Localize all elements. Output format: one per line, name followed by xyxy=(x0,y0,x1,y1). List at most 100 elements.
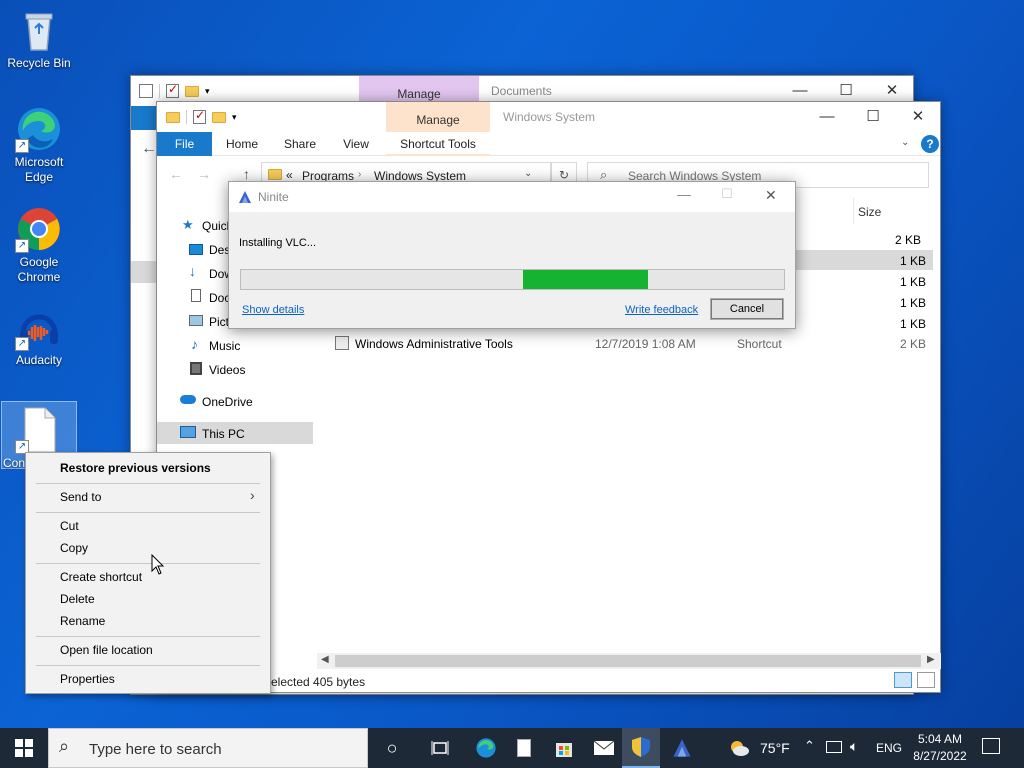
pictures-icon xyxy=(189,315,203,326)
taskbar-search[interactable]: ⌕ Type here to search xyxy=(48,728,368,768)
edge-taskbar-icon[interactable] xyxy=(464,728,508,768)
tab-home[interactable]: Home xyxy=(221,132,263,156)
scroll-left-icon[interactable]: ◀ xyxy=(321,654,329,665)
download-icon: ↓ xyxy=(189,263,196,279)
cortana-icon[interactable]: ○ xyxy=(372,728,412,768)
desktop-icon-audacity[interactable]: ↗ Audacity xyxy=(1,303,77,368)
menu-item-restore-previous-versions[interactable]: Restore previous versions xyxy=(60,461,211,475)
chevron-right-icon: › xyxy=(250,487,255,503)
menu-item-delete[interactable]: Delete xyxy=(60,592,95,606)
show-details-link[interactable]: Show details xyxy=(242,304,304,316)
desktop-icon-edge[interactable]: ↗ Microsoft Edge xyxy=(1,105,77,185)
chevron-up-icon[interactable]: ⌃ xyxy=(804,738,815,754)
back-arrow-icon[interactable]: ← xyxy=(169,166,183,182)
taskbar: ⌕ Type here to search ○ 75°F ⌃ 🔈︎ ENG 5:… xyxy=(0,728,1024,768)
menu-item-open-file-location[interactable]: Open file location xyxy=(60,643,153,657)
mail-taskbar-icon[interactable] xyxy=(584,728,624,768)
horizontal-scrollbar[interactable]: ◀ ▶ xyxy=(317,653,941,669)
menu-separator xyxy=(36,483,260,484)
start-button[interactable] xyxy=(0,728,48,768)
star-icon: ★ xyxy=(182,217,194,232)
nav-item-videos[interactable]: Videos xyxy=(209,363,245,377)
tab-file[interactable]: File xyxy=(157,132,212,156)
scroll-right-icon[interactable]: ▶ xyxy=(927,654,935,665)
folder-icon[interactable] xyxy=(166,111,180,123)
shortcut-arrow-icon: ↗ xyxy=(15,337,29,351)
maximize-button: ☐ xyxy=(721,186,733,201)
language-indicator[interactable]: ENG xyxy=(876,741,902,755)
checkmark-icon[interactable] xyxy=(166,82,179,98)
forward-arrow-icon[interactable]: → xyxy=(197,166,211,182)
back-arrow-icon[interactable]: ← xyxy=(141,140,157,158)
help-icon[interactable]: ? xyxy=(921,135,939,153)
notepad-taskbar-icon[interactable] xyxy=(504,728,544,768)
details-view-icon[interactable] xyxy=(894,672,912,688)
desktop-icon-label: Microsoft Edge xyxy=(14,155,64,184)
security-shield-taskbar-icon[interactable] xyxy=(622,728,660,768)
large-icons-view-icon[interactable] xyxy=(917,672,935,688)
column-header-label: Size xyxy=(858,205,882,219)
menu-item-create-shortcut[interactable]: Create shortcut xyxy=(60,570,142,584)
chevron-down-icon[interactable]: ⌄ xyxy=(524,168,532,179)
shortcut-arrow-icon: ↗ xyxy=(15,239,29,253)
dropdown-icon[interactable]: ▾ xyxy=(232,112,237,123)
properties-icon[interactable] xyxy=(139,84,153,98)
nav-item-pictures[interactable]: Pict xyxy=(209,315,229,329)
recycle-bin-icon xyxy=(15,6,63,54)
network-icon[interactable] xyxy=(826,741,842,753)
ninite-dialog[interactable]: Ninite — ☐ ✕ Installing VLC... Show deta… xyxy=(228,181,796,329)
file-date: 12/7/2019 1:08 AM xyxy=(595,337,696,351)
menu-item-send-to[interactable]: Send to xyxy=(60,490,101,504)
table-row[interactable]: Windows Administrative Tools 12/7/2019 1… xyxy=(333,334,943,354)
menu-item-cut[interactable]: Cut xyxy=(60,519,79,533)
ninite-taskbar-icon[interactable] xyxy=(662,728,702,768)
minimize-button[interactable]: — xyxy=(804,102,850,132)
file-tab-edge[interactable] xyxy=(131,106,158,130)
windows-logo-icon xyxy=(15,739,33,757)
menu-item-copy[interactable]: Copy xyxy=(60,541,88,555)
tab-share[interactable]: Share xyxy=(279,132,321,156)
chevron-right-icon: › xyxy=(358,169,362,180)
status-bar-text: elected 405 bytes xyxy=(271,675,366,689)
context-menu: Restore previous versions Send to › Cut … xyxy=(25,452,271,694)
title-bar: ▾ Manage Windows System — ☐ ✕ xyxy=(157,102,940,132)
nav-item-onedrive[interactable]: OneDrive xyxy=(202,395,253,409)
menu-separator xyxy=(36,512,260,513)
ribbon-expand-icon[interactable]: ⌄ xyxy=(901,137,909,148)
store-taskbar-icon[interactable] xyxy=(542,728,586,768)
dropdown-icon[interactable]: ▾ xyxy=(205,86,210,97)
window-title: Windows System xyxy=(503,110,596,124)
tab-shortcut-tools[interactable]: Shortcut Tools xyxy=(386,132,490,156)
checkmark-icon[interactable] xyxy=(193,108,206,124)
new-folder-icon[interactable] xyxy=(212,111,226,123)
task-view-icon[interactable] xyxy=(418,728,462,768)
desktop-icon-label: Google Chrome xyxy=(17,255,61,284)
minimize-button[interactable]: — xyxy=(677,186,691,202)
close-button[interactable]: ✕ xyxy=(765,187,777,204)
new-folder-icon[interactable] xyxy=(185,85,199,97)
volume-muted-icon[interactable]: 🔈︎ xyxy=(850,738,858,755)
clock-date[interactable]: 8/27/2022 xyxy=(910,749,970,763)
column-header-size[interactable]: Size xyxy=(853,198,933,224)
tab-manage[interactable]: Manage xyxy=(386,102,490,132)
menu-item-properties[interactable]: Properties xyxy=(60,672,115,686)
folder-icon xyxy=(268,169,282,180)
ninite-title: Ninite xyxy=(258,190,289,204)
weather-icon[interactable] xyxy=(726,728,752,768)
desktop-icon-chrome[interactable]: ↗ Google Chrome xyxy=(1,205,77,285)
notification-icon[interactable] xyxy=(982,738,1000,754)
menu-item-rename[interactable]: Rename xyxy=(60,614,105,628)
scrollbar-thumb[interactable] xyxy=(335,655,921,667)
nav-item-this-pc[interactable]: This PC xyxy=(202,427,245,441)
maximize-button[interactable]: ☐ xyxy=(850,102,896,132)
up-arrow-icon[interactable]: ↑ xyxy=(243,166,250,182)
close-button[interactable]: ✕ xyxy=(895,102,941,132)
cancel-button[interactable]: Cancel xyxy=(710,298,784,320)
clock-time[interactable]: 5:04 AM xyxy=(912,732,968,746)
nav-item-music[interactable]: Music xyxy=(209,339,240,353)
write-feedback-link[interactable]: Write feedback xyxy=(625,304,698,316)
videos-icon xyxy=(190,362,202,375)
weather-temperature[interactable]: 75°F xyxy=(760,740,790,756)
tab-view[interactable]: View xyxy=(337,132,375,156)
desktop-icon-recycle-bin[interactable]: Recycle Bin xyxy=(1,6,77,71)
